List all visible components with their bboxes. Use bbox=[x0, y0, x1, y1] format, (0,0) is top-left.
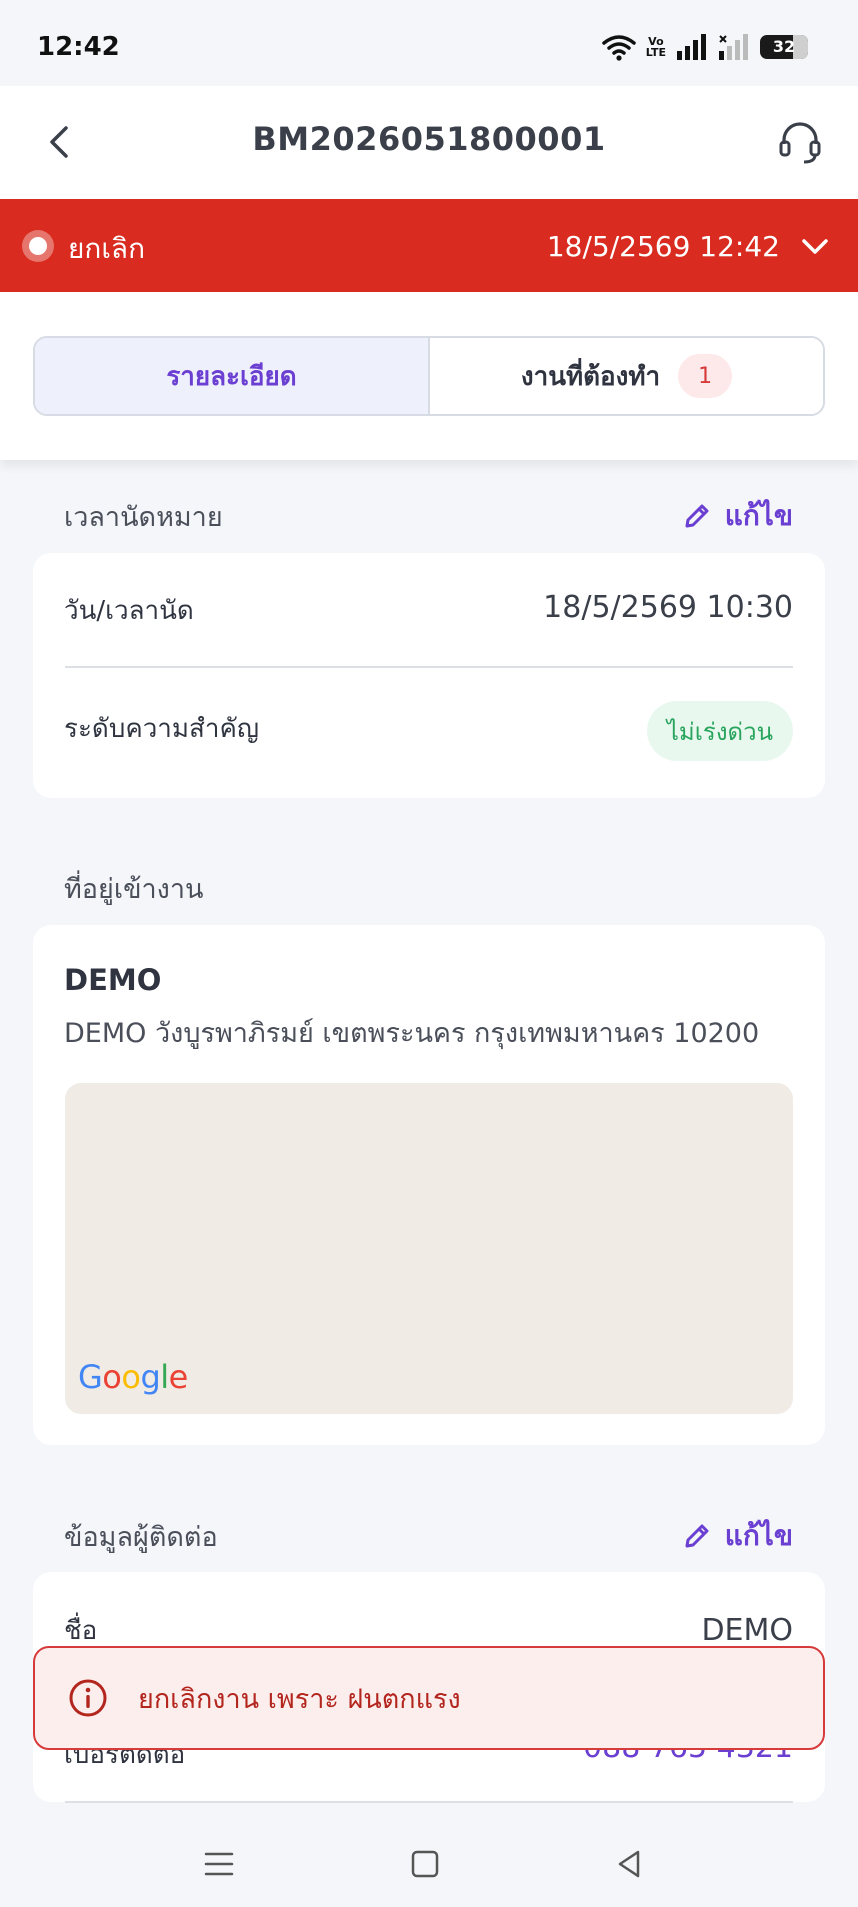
toast-message: ยกเลิกงาน เพราะ ฝนตกแรง bbox=[138, 1683, 461, 1715]
priority-label: ระดับความสำคัญ bbox=[64, 714, 260, 744]
tab-details[interactable]: รายละเอียด bbox=[35, 338, 430, 414]
address-name: DEMO bbox=[64, 963, 162, 997]
home-square-icon[interactable] bbox=[408, 1847, 442, 1881]
page-title: BM2026051800001 bbox=[252, 120, 606, 158]
chevron-down-icon[interactable] bbox=[800, 232, 830, 260]
menu-icon[interactable] bbox=[202, 1847, 236, 1881]
status-icons: Vo LTE 32 bbox=[602, 30, 808, 64]
divider bbox=[65, 666, 793, 668]
priority-badge: ไม่เร่งด่วน bbox=[646, 701, 793, 761]
signal-icon bbox=[677, 34, 706, 60]
cancel-reason-toast: ยกเลิกงาน เพราะ ฝนตกแรง bbox=[33, 1646, 825, 1750]
appointment-date-label: วัน/เวลานัด bbox=[64, 596, 194, 626]
volte-indicator: Vo LTE bbox=[645, 35, 666, 59]
battery-icon: 32 bbox=[760, 35, 808, 59]
status-dot-icon bbox=[22, 230, 54, 262]
status-time: 12:42 bbox=[37, 32, 120, 62]
address-full: DEMO วังบูรพาภิรมย์ เขตพระนคร กรุงเทพมหา… bbox=[64, 1018, 760, 1049]
signal-weak-icon bbox=[719, 34, 748, 60]
divider bbox=[65, 1801, 793, 1803]
address-section-title: ที่อยู่เข้างาน bbox=[64, 874, 204, 905]
appointment-section-title: เวลานัดหมาย bbox=[64, 502, 223, 533]
pencil-icon bbox=[685, 1524, 709, 1548]
contact-name-value: DEMO bbox=[701, 1613, 793, 1648]
tab-tasks[interactable]: งานที่ต้องทำ 1 bbox=[430, 338, 823, 414]
pencil-icon bbox=[685, 504, 709, 528]
back-triangle-icon[interactable] bbox=[612, 1847, 646, 1881]
wifi-icon bbox=[602, 35, 636, 61]
contact-name-label: ชื่อ bbox=[64, 1616, 98, 1646]
appointment-date-value: 18/5/2569 10:30 bbox=[543, 590, 793, 625]
google-logo: Google bbox=[78, 1358, 188, 1396]
headset-support-icon[interactable] bbox=[776, 118, 824, 166]
status-label: ยกเลิก bbox=[68, 232, 146, 265]
segmented-tabs: รายละเอียด งานที่ต้องทำ 1 bbox=[33, 336, 825, 416]
info-icon bbox=[69, 1679, 107, 1717]
tasks-count-badge: 1 bbox=[678, 354, 733, 398]
status-datetime: 18/5/2569 12:42 bbox=[546, 230, 780, 263]
appointment-edit-button[interactable]: แก้ไข bbox=[683, 494, 793, 538]
contact-section-title: ข้อมูลผู้ติดต่อ bbox=[64, 1522, 218, 1553]
contact-edit-button[interactable]: แก้ไข bbox=[683, 1514, 793, 1558]
